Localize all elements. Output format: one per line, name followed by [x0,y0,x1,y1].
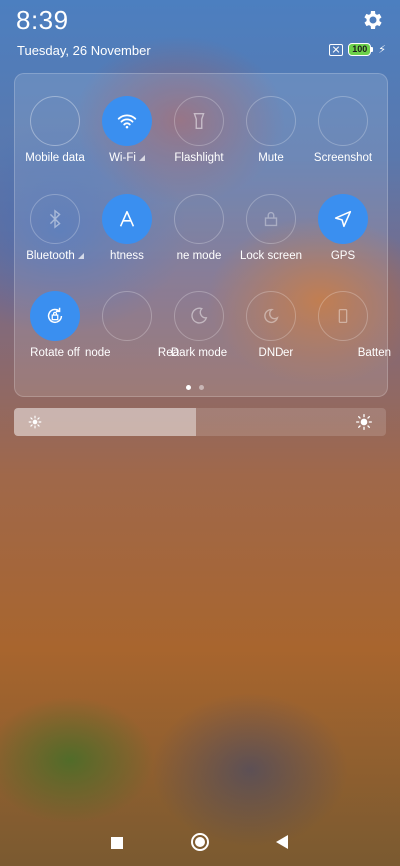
airplane-mode-icon [174,194,224,244]
reading-mode-icon [102,291,152,341]
bluetooth-icon [30,194,80,244]
page-indicator [186,385,204,390]
navigation-bar [0,820,400,866]
tile-rotate-off[interactable]: Rotate off [17,291,93,365]
lock-screen-icon [246,194,296,244]
tile-screenshot[interactable]: Screenshot [305,96,381,170]
settings-gear-icon[interactable] [360,8,384,32]
brightness-low-icon [28,415,42,429]
screenshot-icon [318,96,368,146]
brightness-high-icon [356,414,372,430]
tile-battery-saver[interactable]: er Batten [283,291,391,365]
page-dot-1[interactable] [186,385,191,390]
page-dot-2[interactable] [199,385,204,390]
home-button[interactable] [191,833,209,851]
dark-mode-icon [174,291,224,341]
brightness-slider[interactable] [14,408,386,436]
back-button[interactable] [276,835,288,849]
mobile-data-icon [30,96,80,146]
battery-icon: 100 [348,43,374,56]
battery-level: 100 [348,43,372,56]
flashlight-icon [174,96,224,146]
charging-bolt-icon: ⚡ [378,44,386,56]
auto-brightness-icon [102,194,152,244]
wifi-icon [102,96,152,146]
no-sim-icon [329,43,344,56]
rotate-lock-icon [30,291,80,341]
dnd-icon [246,291,296,341]
gps-icon [318,194,368,244]
mute-icon [246,96,296,146]
status-icons: 100 ⚡ [329,43,386,56]
tile-gps[interactable]: GPS [305,194,381,268]
clock-time: 8:39 [16,5,69,35]
date-label: Tuesday, 26 November [17,43,151,58]
battery-saver-icon [318,291,368,341]
recents-button[interactable] [111,837,123,849]
